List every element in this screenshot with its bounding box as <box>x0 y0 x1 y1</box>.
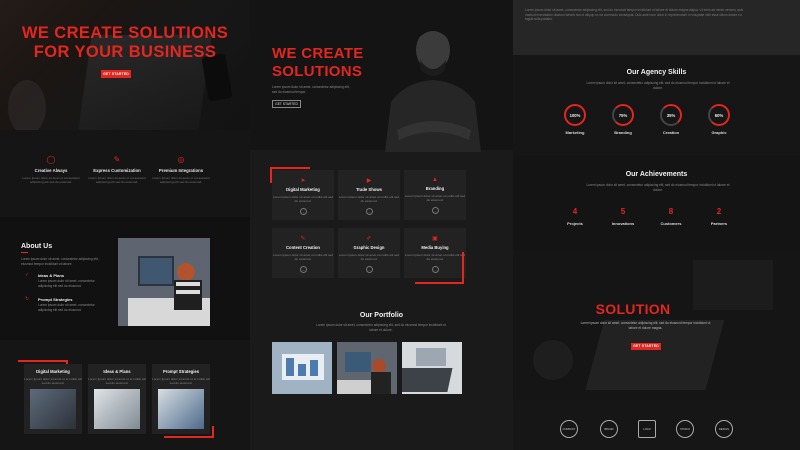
portfolio-item[interactable] <box>337 342 397 394</box>
service-card-trade-shows[interactable]: ▶ Trade Shows Lorem ipsum dolor sit amet… <box>338 170 400 220</box>
about-desc: Lorem ipsum dolor sit amet, consectetur … <box>21 257 99 266</box>
client-logo-icon: DESIGN <box>715 420 733 438</box>
get-started-button[interactable]: GET STARTED <box>272 100 301 108</box>
lightbulb-icon: ◯ <box>46 155 56 164</box>
skill-graphic: 60% Graphic <box>699 104 739 135</box>
skills-title: Our Agency Skills <box>626 69 687 76</box>
skills-desc: Lorem ipsum dolor sit amet, consectetur … <box>586 81 730 90</box>
client-logo-icon: BRAND <box>600 420 618 438</box>
arrow-icon[interactable]: → <box>365 266 373 274</box>
arrow-icon[interactable]: → <box>299 266 307 274</box>
arrow-icon[interactable]: → <box>365 208 373 216</box>
get-started-button[interactable]: GET STARTED <box>631 343 661 350</box>
client-logo-icon: LOGO <box>638 420 656 438</box>
achievement-innovations: 5 Innovations <box>611 207 635 226</box>
strategy-icon: ↻ <box>25 296 30 302</box>
card-image <box>158 389 204 429</box>
feature-integrations: ◎ Premium Integrations Lorem ipsum dolor… <box>148 155 214 184</box>
service-card-content-creation[interactable]: ✎ Content Creation Lorem ipsum dolor sit… <box>272 228 334 278</box>
template-preview-business: WE CREATE SOLUTIONS FOR YOUR BUSINESS GE… <box>0 0 250 450</box>
mini-card-digital-marketing[interactable]: Digital Marketing Lorem ipsum dolor sit … <box>24 364 82 434</box>
portfolio-desc: Lorem ipsum dolor sit amet, consectetur … <box>316 323 446 332</box>
skill-creation: 35% Creation <box>651 104 691 135</box>
branding-icon: ▲ <box>432 177 438 183</box>
paper-plane-icon: ➤ <box>300 178 306 184</box>
top-text-block: Lorem ipsum dolor sit amet, consectetur … <box>513 0 800 55</box>
portrait-image <box>385 25 481 152</box>
card-image <box>30 389 76 429</box>
service-card-digital-marketing[interactable]: ➤ Digital Marketing Lorem ipsum dolor si… <box>272 170 334 220</box>
mini-card-ideas-plans[interactable]: Ideas & Plans Lorem ipsum dolor sit amet… <box>88 364 146 434</box>
client-logo-icon: STUDIO <box>676 420 694 438</box>
workspace-image <box>118 238 210 326</box>
service-card-branding[interactable]: ▲ Branding Lorem ipsum dolor sit amet ut… <box>404 170 466 220</box>
target-icon: ◎ <box>177 155 185 164</box>
achievement-partners: 2 Partners <box>710 207 728 226</box>
client-logo-icon: COMPANY <box>560 420 578 438</box>
skill-marketing: 100% Marketing <box>555 104 595 135</box>
edit-icon: ✎ <box>113 155 121 164</box>
ideas-icon: ✓ <box>25 272 30 278</box>
arrow-icon[interactable]: → <box>431 266 439 274</box>
achievements-title: Our Achievements <box>625 171 688 178</box>
get-started-button[interactable]: GET STARTED <box>101 70 131 78</box>
template-preview-solutions: WE CREATE SOLUTIONS Lorem ipsum dolor si… <box>250 0 513 450</box>
play-icon: ▶ <box>366 178 372 184</box>
card-image <box>94 389 140 429</box>
portfolio-item[interactable] <box>402 342 462 394</box>
about-title: About Us <box>21 243 53 250</box>
template-preview-agency: Lorem ipsum dolor sit amet, consectetur … <box>513 0 800 450</box>
logo-strip <box>513 400 800 450</box>
mini-card-prompt-strategies[interactable]: Prompt Strategies Lorem ipsum dolor sit … <box>152 364 210 434</box>
cart-icon: ▣ <box>432 236 438 242</box>
solution-title: SOLUTION <box>595 301 671 317</box>
pen-icon: ✎ <box>300 236 306 242</box>
about-photo <box>118 238 210 326</box>
skill-branding: 75% Branding <box>603 104 643 135</box>
hero-solutions: WE CREATE SOLUTIONS Lorem ipsum dolor si… <box>250 0 513 152</box>
top-paragraph: Lorem ipsum dolor sit amet, consectetur … <box>525 8 744 22</box>
hero-business: WE CREATE SOLUTIONS FOR YOUR BUSINESS GE… <box>0 0 250 130</box>
arrow-icon[interactable]: → <box>299 208 307 216</box>
achievement-projects: 4 Projects <box>567 207 583 226</box>
feature-creative: ◯ Creative Always Lorem ipsum dolor sit … <box>18 155 84 184</box>
solution-desc: Lorem ipsum dolor sit amet, consectetur … <box>580 321 711 330</box>
brush-icon: ✐ <box>366 236 372 242</box>
solution-banner: SOLUTION Lorem ipsum dolor sit amet, con… <box>513 250 800 400</box>
achievement-customers: 8 Customers <box>660 207 682 226</box>
hero-headline: WE CREATE SOLUTIONS <box>272 45 364 80</box>
service-card-graphic-design[interactable]: ✐ Graphic Design Lorem ipsum dolor sit a… <box>338 228 400 278</box>
hero-headline: WE CREATE SOLUTIONS FOR YOUR BUSINESS <box>21 24 229 61</box>
service-card-media-buying[interactable]: ▣ Media Buying Lorem ipsum dolor sit ame… <box>404 228 466 278</box>
arrow-icon[interactable]: → <box>431 207 439 215</box>
hero-desc: Lorem ipsum dolor sit amet, consectetur … <box>272 85 350 94</box>
achievements-desc: Lorem ipsum dolor sit amet, consectetur … <box>586 183 730 192</box>
feature-customization: ✎ Express Customization Lorem ipsum dolo… <box>84 155 150 184</box>
portfolio-title: Our Portfolio <box>359 312 404 319</box>
portfolio-item[interactable] <box>272 342 332 394</box>
